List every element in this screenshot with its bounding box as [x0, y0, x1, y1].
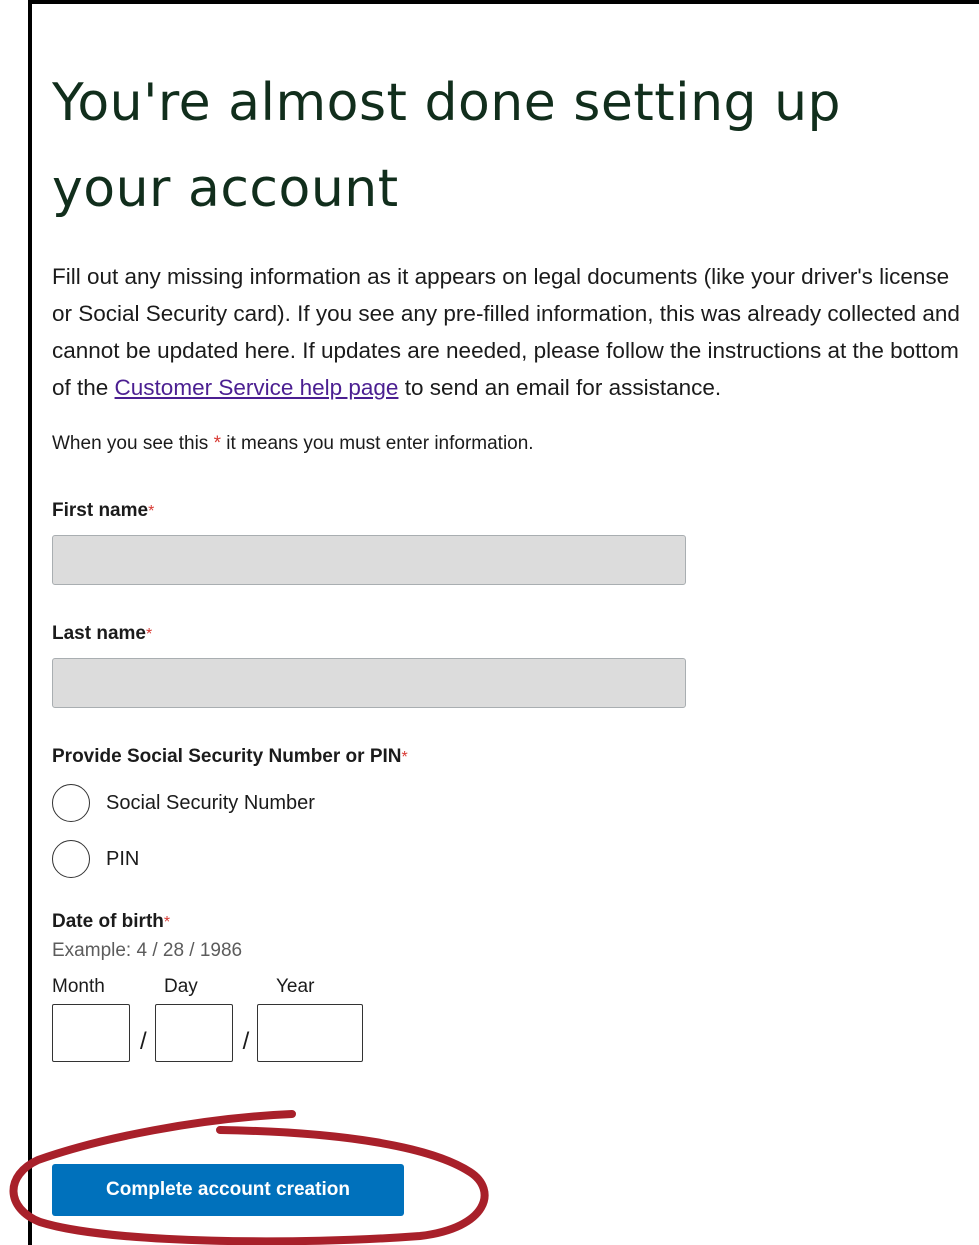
date-of-birth-group: Date of birth* Example: 4 / 28 / 1986 Mo…	[52, 909, 967, 1062]
complete-account-creation-button[interactable]: Complete account creation	[52, 1164, 404, 1216]
last-name-group: Last name*	[52, 621, 967, 708]
radio-label-ssn[interactable]: Social Security Number	[106, 792, 315, 815]
required-asterisk: *	[213, 433, 221, 454]
intro-text-part: to send an email for assistance.	[398, 375, 722, 400]
dob-year-label: Year	[276, 976, 315, 997]
dob-label: Date of birth*	[52, 909, 967, 936]
required-note-text: When you see this	[52, 433, 214, 454]
dob-hint: Example: 4 / 28 / 1986	[52, 940, 243, 961]
last-name-label: Last name*	[52, 621, 967, 648]
last-name-field[interactable]	[52, 658, 686, 708]
first-name-label-text: First name	[52, 500, 149, 521]
first-name-field[interactable]	[52, 535, 686, 585]
dob-year-input[interactable]	[257, 1004, 364, 1062]
dob-part-labels: Month Day Year	[52, 976, 967, 998]
last-name-label-text: Last name	[52, 623, 146, 644]
ssn-pin-label: Provide Social Security Number or PIN*	[52, 744, 967, 771]
required-asterisk: *	[145, 626, 153, 643]
ssn-pin-group: Provide Social Security Number or PIN* S…	[52, 744, 967, 883]
customer-service-help-link[interactable]: Customer Service help page	[115, 375, 399, 400]
page-title: You're almost done setting up your accou…	[52, 73, 842, 219]
dob-day-label: Day	[164, 976, 198, 997]
ssn-pin-label-text: Provide Social Security Number or PIN	[52, 746, 402, 767]
dob-month-label: Month	[52, 976, 105, 997]
required-asterisk: *	[401, 749, 408, 766]
required-fields-note: When you see this * it means you must en…	[52, 430, 967, 458]
required-note-text: it means you must enter information.	[221, 433, 534, 454]
radio-button-ssn[interactable]	[52, 784, 90, 822]
required-asterisk: *	[163, 914, 171, 931]
radio-button-pin[interactable]	[52, 840, 90, 878]
radio-option-pin[interactable]: PIN	[52, 835, 967, 883]
dob-inputs: / /	[52, 1004, 967, 1062]
dob-label-text: Date of birth	[52, 911, 164, 932]
account-setup-form: You're almost done setting up your accou…	[52, 60, 967, 1062]
dob-month-input[interactable]	[52, 1004, 130, 1062]
intro-text: Fill out any missing information as it a…	[52, 258, 972, 406]
dob-separator: /	[242, 1028, 250, 1055]
dob-separator: /	[140, 1028, 147, 1055]
radio-option-ssn[interactable]: Social Security Number	[52, 779, 967, 827]
radio-label-pin[interactable]: PIN	[106, 848, 139, 871]
first-name-group: First name*	[52, 498, 967, 585]
required-asterisk: *	[148, 503, 155, 520]
dob-day-input[interactable]	[154, 1004, 233, 1062]
first-name-label: First name*	[52, 498, 967, 525]
